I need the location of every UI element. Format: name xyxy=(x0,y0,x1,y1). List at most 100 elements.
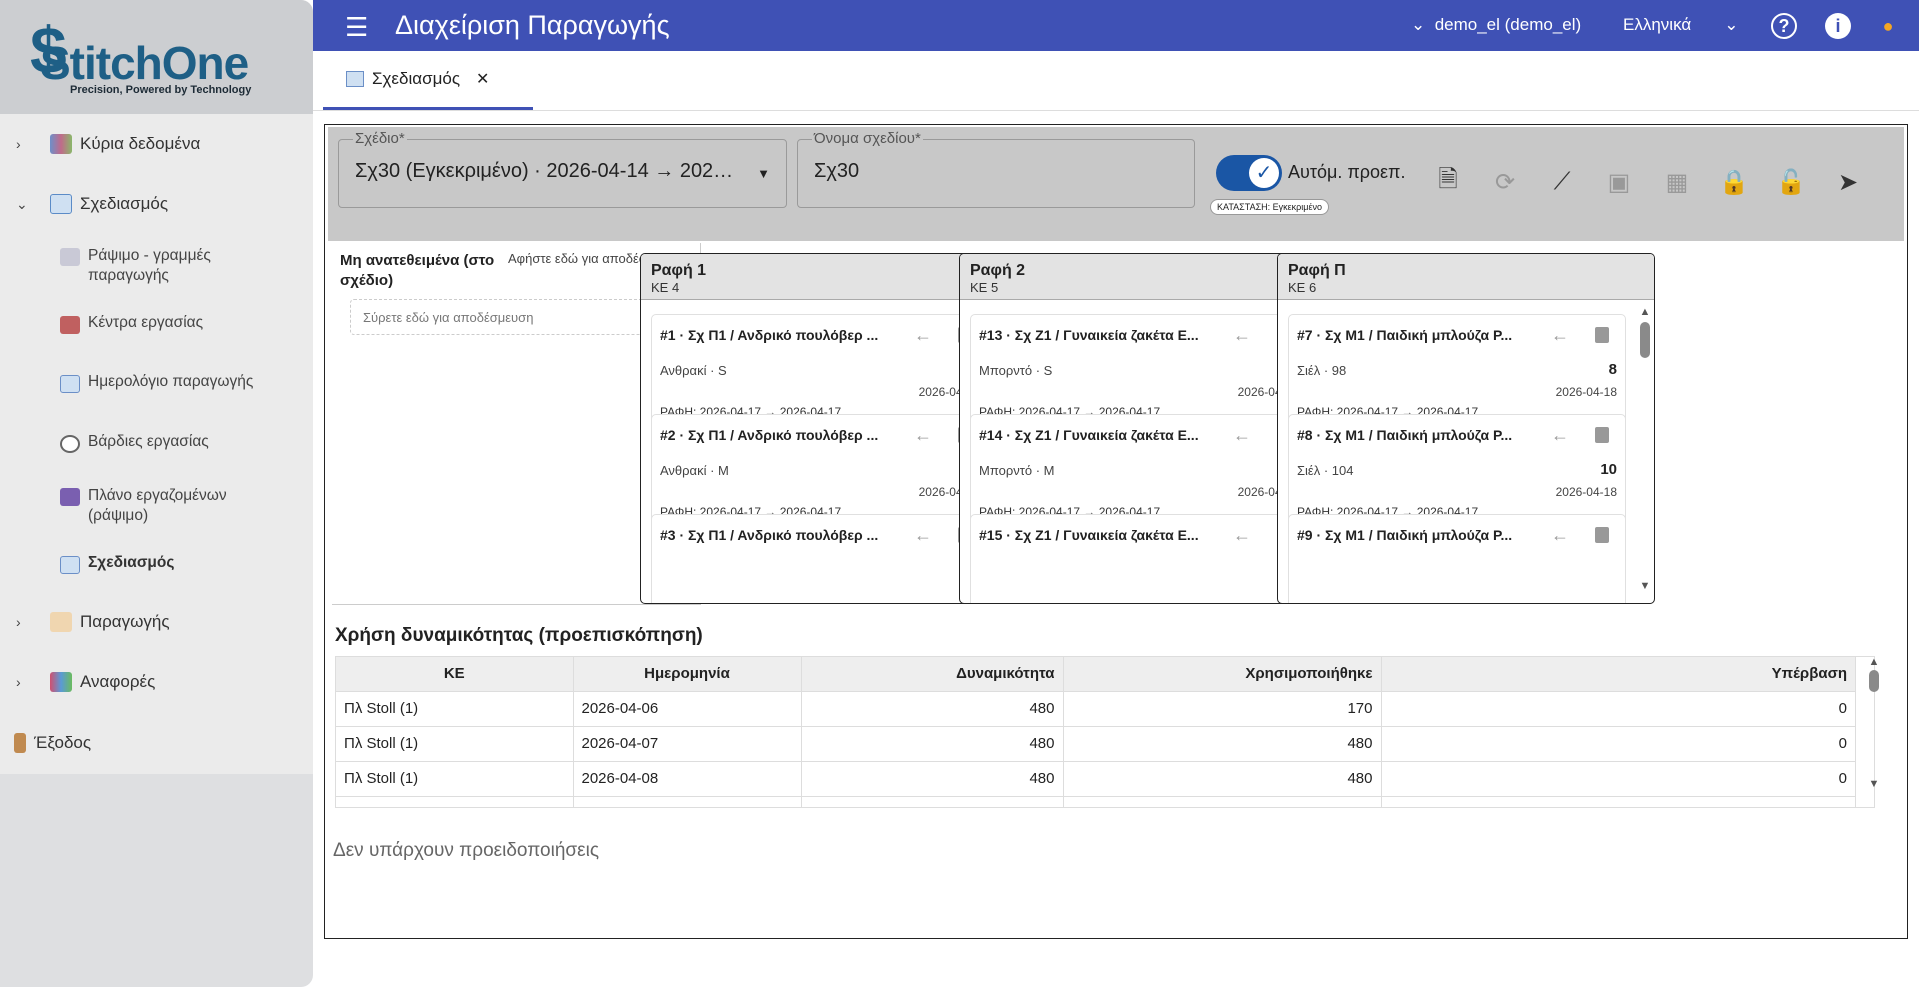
arrow-left-icon[interactable]: ← xyxy=(914,525,932,546)
card-variant: Ανθρακί · S xyxy=(660,363,727,378)
table-cell: 2026-04-09 xyxy=(573,796,802,807)
user-menu[interactable]: ⌄ demo_el (demo_el) xyxy=(1411,15,1581,35)
table-cell: 480 xyxy=(801,796,1064,807)
arrow-left-icon[interactable]: ← xyxy=(1233,525,1251,546)
trash-icon[interactable] xyxy=(1595,527,1609,543)
order-card[interactable]: #9 · Σχ Μ1 / Παιδική μπλούζα Ρ... ← xyxy=(1288,514,1626,603)
pencil-icon xyxy=(50,612,72,632)
chevron-right-icon: › xyxy=(16,136,21,152)
arrow-left-icon[interactable]: ← xyxy=(1551,525,1569,546)
chevron-down-icon: ⌄ xyxy=(16,195,28,212)
auto-preview-toggle[interactable]: ✓ xyxy=(1216,155,1282,191)
arrow-left-icon[interactable]: ← xyxy=(914,325,932,346)
order-card[interactable]: #1 · Σχ Π1 / Ανδρικό πουλόβερ ... ← Ανθρ… xyxy=(651,314,989,426)
sidebar-sub-work-centers[interactable]: Κέντρα εργασίας xyxy=(60,314,203,334)
sidebar-item-planning[interactable]: ⌄ Σχεδιασμός xyxy=(16,194,168,214)
order-card[interactable]: #14 · Σχ Ζ1 / Γυναικεία ζακέτα Ε... ← Μπ… xyxy=(970,414,1308,526)
order-card[interactable]: #7 · Σχ Μ1 / Παιδική μπλούζα Ρ... ← Σιέλ… xyxy=(1288,314,1626,426)
close-icon[interactable]: ✕ xyxy=(476,69,489,89)
capacity-table: ΚΕ Ημερομηνία Δυναμικότητα Χρησιμοποιήθη… xyxy=(335,656,1875,808)
card-date: 2026-04-18 xyxy=(1555,385,1617,399)
sidebar-sub-worker-plan[interactable]: Πλάνο εργαζομένων (ράψιμο) xyxy=(60,486,258,526)
card-title: #14 · Σχ Ζ1 / Γυναικεία ζακέτα Ε... xyxy=(979,427,1199,443)
plan-select[interactable]: Σχέδιο* Σχ30 (Εγκεκριμένο) · 2026-04-14 … xyxy=(338,130,787,208)
trend-icon[interactable]: ⟋ xyxy=(1547,167,1577,197)
sidebar: $ StitchOne Precision, Powered by Techno… xyxy=(0,0,313,987)
card-title: #13 · Σχ Ζ1 / Γυναικεία ζακέτα Ε... xyxy=(979,327,1199,343)
card-title: #9 · Σχ Μ1 / Παιδική μπλούζα Ρ... xyxy=(1297,527,1513,543)
brand-tagline: Precision, Powered by Technology xyxy=(70,84,252,96)
sidebar-item-reports[interactable]: › Αναφορές xyxy=(16,672,155,692)
table-row[interactable]: Πλ Stoll (1)2026-04-094804800 xyxy=(336,796,1856,807)
table-row[interactable]: Πλ Stoll (1) 2026-04-08 480 480 0 xyxy=(336,761,1856,797)
sidebar-sub-calendar[interactable]: Ημερολόγιο παραγωγής xyxy=(60,373,253,393)
lane-3[interactable]: Ραφή Π ΚΕ 6 #7 · Σχ Μ1 / Παιδική μπλούζα … xyxy=(1277,253,1655,604)
table-cell: 0 xyxy=(1381,796,1856,807)
trash-icon[interactable] xyxy=(1595,327,1609,343)
arrow-left-icon[interactable]: ← xyxy=(1551,425,1569,446)
unlock-icon[interactable]: 🔓 xyxy=(1776,167,1806,197)
order-card[interactable]: #2 · Σχ Π1 / Ανδρικό πουλόβερ ... ← Ανθρ… xyxy=(651,414,989,526)
column-header[interactable]: Υπέρβαση xyxy=(1381,657,1856,692)
table-cell: Πλ Stoll (1) xyxy=(336,726,574,762)
sidebar-sub-shifts[interactable]: Βάρδιες εργασίας xyxy=(60,433,209,453)
refresh-icon[interactable]: ⟳ xyxy=(1490,167,1520,197)
column-header[interactable]: Ημερομηνία xyxy=(573,657,802,692)
calculator-icon[interactable]: ▦ xyxy=(1662,167,1692,197)
lock-icon[interactable]: 🔒 xyxy=(1719,167,1749,197)
info-icon[interactable]: i xyxy=(1825,13,1851,39)
card-variant: Ανθρακί · M xyxy=(660,463,729,478)
menu-icon[interactable]: ☰ xyxy=(345,12,368,43)
save-icon[interactable]: ▣ xyxy=(1604,167,1634,197)
lane-work-center: ΚΕ 6 xyxy=(1288,280,1317,295)
sidebar-item-label: Αναφορές xyxy=(80,672,156,691)
new-document-icon[interactable]: 🗎 xyxy=(1433,166,1463,197)
plan-name-label: Όνομα σχεδίου* xyxy=(812,130,923,147)
order-card[interactable]: #8 · Σχ Μ1 / Παιδική μπλούζα Ρ... ← Σιέλ… xyxy=(1288,414,1626,526)
language-select[interactable]: Ελληνικά ⌄ xyxy=(1623,15,1739,35)
tab-planning[interactable]: Σχεδιασμός ✕ xyxy=(346,69,489,89)
table-cell: 0 xyxy=(1381,726,1856,762)
calendar-icon xyxy=(346,71,364,87)
sidebar-sub-label: Σχεδιασμός xyxy=(88,554,175,571)
sidebar-sub-planning-active[interactable]: Σχεδιασμός xyxy=(60,554,174,574)
order-card[interactable]: #3 · Σχ Π1 / Ανδρικό πουλόβερ ... ← xyxy=(651,514,989,603)
trash-icon[interactable] xyxy=(1595,427,1609,443)
sidebar-sub-sewing-lines[interactable]: Ράψιμο - γραμμές παραγωγής xyxy=(60,246,258,286)
arrow-left-icon[interactable]: ← xyxy=(914,425,932,446)
table-row[interactable]: Πλ Stoll (1) 2026-04-06 480 170 0 xyxy=(336,691,1856,727)
column-header[interactable]: ΚΕ xyxy=(336,657,574,692)
arrow-left-icon[interactable]: ← xyxy=(1233,425,1251,446)
order-card[interactable]: #15 · Σχ Ζ1 / Γυναικεία ζακέτα Ε... ← xyxy=(970,514,1308,603)
door-icon xyxy=(14,733,26,753)
column-header[interactable]: Δυναμικότητα xyxy=(801,657,1064,692)
help-icon[interactable]: ? xyxy=(1771,13,1797,39)
arrow-left-icon[interactable]: ← xyxy=(1233,325,1251,346)
sidebar-item-label: Κύρια δεδομένα xyxy=(80,134,201,153)
calendar-icon xyxy=(60,375,80,393)
sidebar-sub-label: Πλάνο εργαζομένων (ράψιμο) xyxy=(88,487,227,524)
sidebar-item-exit[interactable]: Έξοδος xyxy=(14,733,91,753)
table-row[interactable]: Πλ Stoll (1) 2026-04-07 480 480 0 xyxy=(336,726,1856,762)
table-scrollbar[interactable]: ▲ ▼ xyxy=(1866,656,1882,808)
sidebar-item-label: Παραγωγής xyxy=(80,612,170,631)
lane-name: Ραφή 1 xyxy=(651,262,707,279)
card-title: #15 · Σχ Ζ1 / Γυναικεία ζακέτα Ε... xyxy=(979,527,1199,543)
table-cell: 480 xyxy=(801,726,1064,762)
sidebar-item-master-data[interactable]: › Κύρια δεδομένα xyxy=(16,134,200,154)
table-cell: 2026-04-06 xyxy=(573,691,802,727)
table-cell: 480 xyxy=(801,691,1064,727)
sidebar-item-production[interactable]: › Παραγωγής xyxy=(16,612,170,632)
order-card[interactable]: #13 · Σχ Ζ1 / Γυναικεία ζακέτα Ε... ← Μπ… xyxy=(970,314,1308,426)
table-cell: 480 xyxy=(1063,726,1382,762)
lane-scrollbar[interactable]: ▲▼ xyxy=(1638,306,1652,596)
arrow-left-icon[interactable]: ← xyxy=(1551,325,1569,346)
paperclip-icon xyxy=(60,248,80,266)
auto-preview-label: Αυτόμ. προεπ. xyxy=(1288,162,1406,182)
top-app-bar: ☰ Διαχείριση Παραγωγής ⌄ demo_el (demo_e… xyxy=(313,0,1919,51)
column-header[interactable]: Χρησιμοποιήθηκε xyxy=(1063,657,1382,692)
plan-name-field[interactable]: Όνομα σχεδίου* Σχ30 xyxy=(797,130,1195,208)
factory-icon xyxy=(60,316,80,334)
bell-icon[interactable]: ● xyxy=(1875,13,1901,39)
send-icon[interactable]: ➤ xyxy=(1833,167,1863,197)
